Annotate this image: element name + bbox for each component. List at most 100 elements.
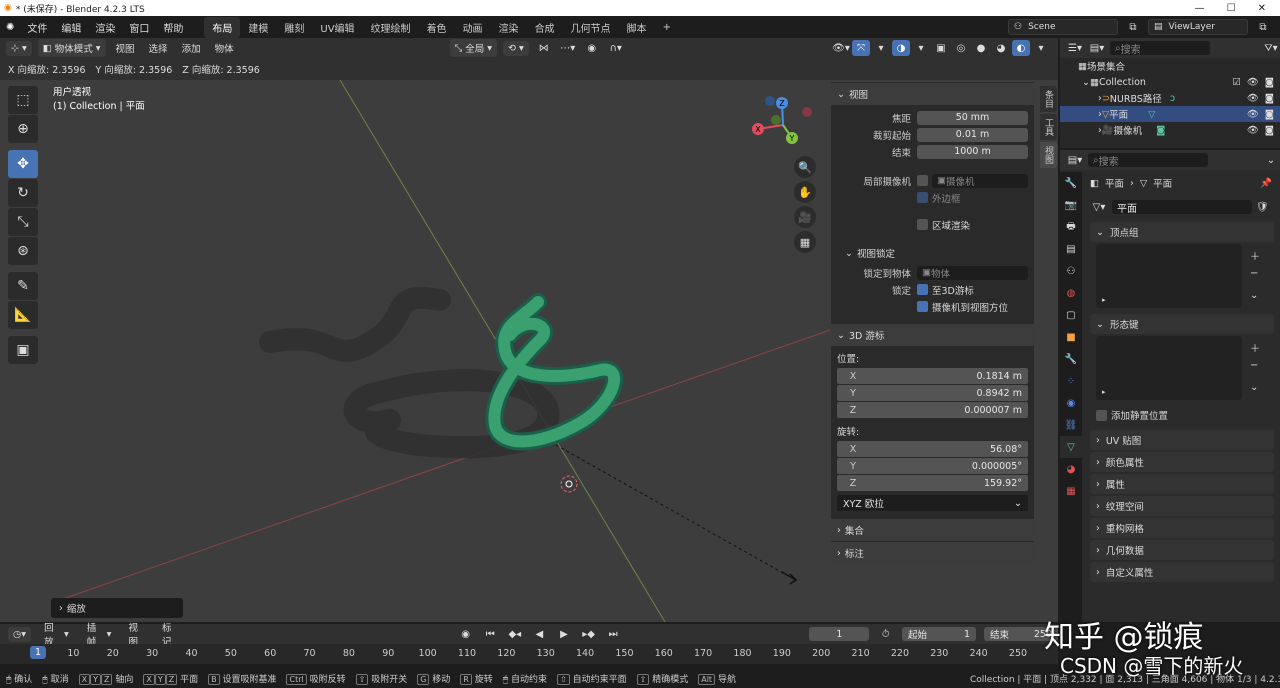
wireframe-shading-icon[interactable]: ◎ [952,40,970,56]
mode-dropdown[interactable]: ◧ 物体模式 ▾ [37,39,106,57]
mesh-name-field[interactable]: 平面 [1112,200,1252,215]
view-layer-icon[interactable]: ▤ [1060,238,1082,260]
outliner-scene-collection[interactable]: ▦ 场景集合 [1060,58,1280,74]
tab-layout[interactable]: 布局 [204,16,241,38]
physics-icon[interactable]: ◉ [1060,392,1082,414]
geometry-data-header[interactable]: › 几何数据 [1090,540,1274,560]
scale-tool[interactable]: ⤡ [8,208,38,236]
scene-icon[interactable]: ⚇ [1060,260,1082,282]
transform-tool[interactable]: ⊛ [8,237,38,265]
measure-tool[interactable]: 📐 [8,301,38,329]
texture-space-header[interactable]: › 纹理空间 [1090,496,1274,516]
focal-length-field[interactable]: 50 mm [917,110,1028,125]
play-icon[interactable]: ▶ [556,626,573,642]
add-vertex-group-button[interactable]: ＋ [1250,248,1260,263]
local-camera-field[interactable]: ▣ 摄像机 [932,173,1028,188]
outliner-item-nurbs[interactable]: › ⊃ NURBS路径 ↄ 👁 ◙ [1060,90,1280,106]
new-view-layer-icon[interactable]: ⧉ [1254,19,1272,35]
clip-start-field[interactable]: 0.01 m [917,127,1028,142]
new-scene-icon[interactable]: ⧉ [1124,19,1142,35]
shading-options-icon[interactable]: ▾ [1032,40,1050,56]
timeline-frame-ruler[interactable]: 1 10 20 30 40 50 60 70 80 90 100 110 120 130 140 150 160… [0,644,1058,664]
start-frame-field[interactable]: 起始 1 [902,627,976,641]
outliner-item-collection[interactable]: ⌄ ▦ Collection ☑ 👁 ◙ [1060,74,1280,90]
select-box-tool[interactable]: ⬚ [8,86,38,114]
tab-uv-editing[interactable]: UV编辑 [312,17,362,38]
menu-object[interactable]: 物体 [211,39,238,57]
mesh-browse-icon[interactable]: ▽▾ [1090,199,1108,215]
snap-options-icon[interactable]: ⋯▾ [559,40,577,56]
scene-selector[interactable]: ⚇ Scene [1008,19,1118,35]
custom-properties-header[interactable]: › 自定义属性 [1090,562,1274,582]
minimize-button[interactable]: — [1195,3,1205,14]
camera-to-view-checkbox[interactable] [917,301,928,312]
menu-view[interactable]: 视图 [112,39,139,57]
menu-window[interactable]: 窗口 [122,20,156,35]
outliner-item-plane[interactable]: › ▽ 平面 ▽ 👁 ◙ [1060,106,1280,122]
timeline-editor-icon[interactable]: ◷▾ [8,626,32,642]
fake-user-icon[interactable]: 🛡 [1256,202,1269,213]
material-shading-icon[interactable]: ◕ [992,40,1010,56]
tab-texture-paint[interactable]: 纹理绘制 [363,17,419,38]
proportional-edit-icon[interactable]: ◉ [583,40,601,56]
camera-view-icon[interactable]: 🎥 [794,206,816,228]
tab-tool[interactable]: 工具 [1040,114,1057,140]
clip-end-field[interactable]: 1000 m [917,144,1028,159]
vertex-groups-list[interactable]: ▸ [1096,244,1242,308]
annotate-tool[interactable]: ✎ [8,272,38,300]
jump-start-icon[interactable]: ⏮ [482,626,499,642]
display-mode-icon[interactable]: ▤▾ [1088,40,1106,56]
zoom-icon[interactable]: 🔍 [794,156,816,178]
lock-object-field[interactable]: ▣ 物体 [917,265,1028,280]
view-section-header[interactable]: ⌄ 视图 [831,82,1034,105]
maximize-button[interactable]: ☐ [1227,3,1236,14]
pivot-dropdown[interactable]: ⟲ ▾ [503,40,529,56]
shape-keys-header[interactable]: ⌄ 形态键 [1090,314,1274,334]
world-icon[interactable]: ◍ [1060,282,1082,304]
ortho-grid-icon[interactable]: ▦ [794,231,816,253]
prev-key-icon[interactable]: ◆◂ [507,626,524,642]
chevron-down-icon[interactable]: ⌄ [1262,152,1280,168]
add-rest-position-checkbox[interactable] [1096,409,1107,421]
cursor-loc-z[interactable]: Z 0.000007 m [837,402,1028,418]
passepartout-checkbox[interactable] [917,192,928,203]
jump-end-icon[interactable]: ⏭ [605,626,622,642]
shape-keys-list[interactable]: ▸ [1096,336,1242,400]
tab-scripting[interactable]: 脚本 [619,17,655,38]
rotate-tool[interactable]: ↻ [8,179,38,207]
add-workspace-button[interactable]: + [655,19,679,36]
menu-select[interactable]: 选择 [145,39,172,57]
view-layer-selector[interactable]: ▤ ViewLayer [1148,19,1248,35]
add-cube-tool[interactable]: ▣ [8,336,38,364]
visibility-icon[interactable]: 👁▾ [832,40,850,56]
remove-shape-key-button[interactable]: − [1250,360,1258,371]
transform-orientation-dropdown[interactable]: ⤡ 全局 ▾ [449,39,497,57]
tab-view[interactable]: 视图 [1040,142,1057,168]
constraints-icon[interactable]: ⛓ [1060,414,1082,436]
menu-edit[interactable]: 编辑 [54,20,88,35]
last-operator-panel[interactable]: › 缩放 [51,598,183,618]
cursor-rot-x[interactable]: X 56.08° [837,441,1028,457]
remove-vertex-group-button[interactable]: − [1250,268,1258,279]
pan-hand-icon[interactable]: ✋ [794,181,816,203]
play-reverse-icon[interactable]: ◀ [531,626,548,642]
current-frame-field[interactable]: 1 [809,627,870,641]
uv-maps-header[interactable]: › UV 贴图 [1090,430,1274,450]
object-icon[interactable]: ■ [1060,326,1082,348]
properties-editor-icon[interactable]: ▤▾ [1066,152,1084,168]
output-icon[interactable]: 🖶 [1060,216,1082,238]
tab-animation[interactable]: 动画 [455,17,491,38]
tab-item[interactable]: 条目 [1040,86,1057,112]
outliner-editor-icon[interactable]: ☰▾ [1066,40,1084,56]
tab-rendering[interactable]: 渲染 [491,17,527,38]
menu-file[interactable]: 文件 [20,20,54,35]
collection-icon[interactable]: ▢ [1060,304,1082,326]
vertex-group-menu-button[interactable]: ⌄ [1250,290,1258,301]
filter-icon[interactable]: ⛛▾ [1262,40,1280,56]
mesh-data-icon[interactable]: ▽ [1060,436,1082,458]
rotation-mode-dropdown[interactable]: XYZ 欧拉 ⌄ [837,495,1028,511]
gizmo-toggle-icon[interactable]: ⤧ [852,40,870,56]
material-icon[interactable]: ◕ [1060,458,1082,480]
rendered-shading-icon[interactable]: ◐ [1012,40,1030,56]
add-shape-key-button[interactable]: ＋ [1250,340,1260,355]
